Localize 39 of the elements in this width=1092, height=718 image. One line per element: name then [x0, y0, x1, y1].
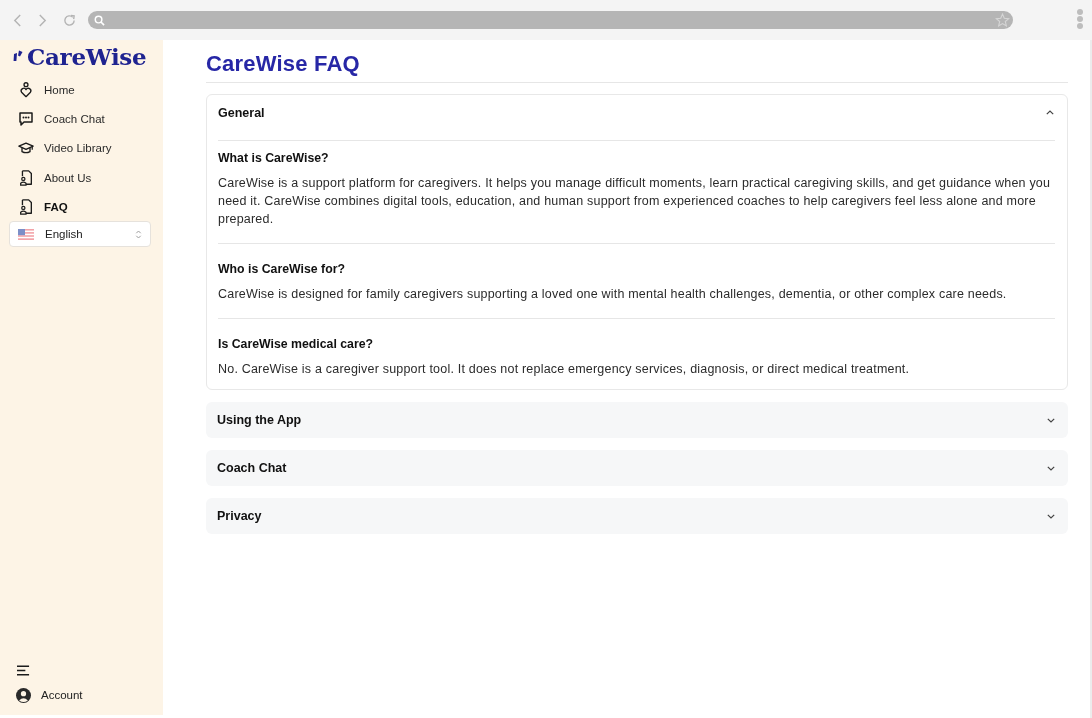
section-header[interactable]: Coach Chat	[206, 450, 1068, 486]
faq-question: What is CareWise?	[218, 150, 330, 166]
reload-icon[interactable]	[63, 13, 76, 27]
sidebar-item[interactable]: Coach Chat	[0, 104, 163, 134]
menu-icon[interactable]	[17, 665, 30, 676]
star-icon[interactable]	[995, 12, 1010, 28]
caret-down-icon	[1047, 513, 1055, 519]
address-field[interactable]	[88, 11, 1013, 29]
faq-answer: No. CareWise is a caregiver support tool. It does not replace emergency services, diagnosis, or direct medical treatment.	[218, 361, 911, 378]
faq-question: Who is CareWise for?	[218, 261, 346, 277]
sidebar-item[interactable]: About Us	[0, 162, 163, 193]
more-icon[interactable]	[1076, 9, 1084, 29]
faq-answer: CareWise is a support platform for caregivers. It helps you manage difficult moments, learn practical caregiving skills, and get guidance when you need it. CareWise combines digital tools, education, and human support from experienced coaches to help caregivers feel less alone and more prepared.	[218, 175, 1052, 228]
section-header[interactable]: Using the App	[206, 402, 1068, 438]
sidebar-item[interactable]: FAQ	[0, 192, 163, 222]
user-avatar-icon	[16, 687, 31, 703]
section-header[interactable]: Privacy	[206, 498, 1068, 534]
back-icon[interactable]	[13, 13, 22, 27]
caret-down-icon	[1047, 417, 1055, 423]
account-button[interactable]: Account	[0, 685, 163, 705]
page-title: CareWise FAQ	[206, 51, 361, 77]
flag-icon	[18, 229, 34, 240]
person-document-icon	[18, 169, 34, 186]
faq-question: Is CareWise medical care?	[218, 336, 375, 352]
logo-mark-icon	[13, 50, 23, 62]
search-icon	[94, 14, 105, 26]
sidebar-item[interactable]: Home	[0, 75, 163, 105]
faq-answer: CareWise is designed for family caregivers supporting a loved one with mental health challenges, dementia, or other complex care needs.	[218, 286, 1008, 303]
caret-down-icon	[1047, 465, 1055, 471]
forward-icon[interactable]	[38, 13, 47, 27]
chat-icon	[18, 110, 34, 127]
sidebar-item[interactable]: Video Library	[0, 133, 163, 163]
language-select[interactable]: English	[9, 221, 151, 248]
person-heart-icon	[18, 81, 34, 98]
app-logo: CareWise	[27, 42, 147, 70]
person-document-icon	[18, 198, 34, 215]
caret-up-icon	[1046, 110, 1054, 115]
up-down-chevron-icon	[135, 229, 142, 240]
section-header[interactable]: General	[207, 95, 1067, 130]
